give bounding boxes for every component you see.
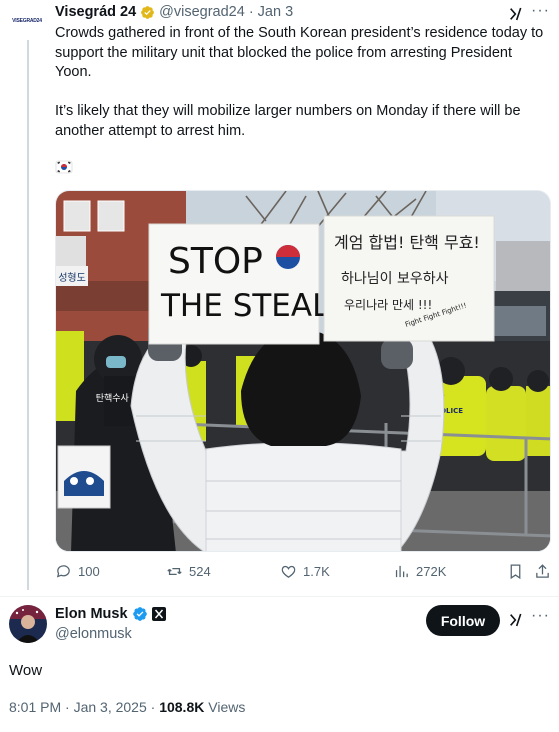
more-options-icon[interactable]: ··· xyxy=(531,607,550,625)
elonmusk-avatar[interactable] xyxy=(9,605,47,643)
grok-icon[interactable] xyxy=(508,6,524,22)
sign-stop-text: STOP xyxy=(168,241,263,282)
follow-button[interactable]: Follow xyxy=(426,605,500,636)
author-handle[interactable]: @elonmusk xyxy=(55,626,132,642)
sign-korean-line-1: 계엄 합법! 탄핵 무효! xyxy=(334,233,480,252)
sign-korean-line-2: 하나님이 보우하사 xyxy=(341,271,449,287)
main-post-text: Wow xyxy=(9,662,43,679)
sign-the-steal-text: THE STEAL xyxy=(160,288,330,324)
like-count: 1.7K xyxy=(303,564,330,579)
protest-photo-illustration: 성형도 POLICE 경찰 xyxy=(56,191,550,551)
post-text-paragraph-2: It’s likely that they will mobilize larg… xyxy=(55,103,521,139)
share-button[interactable] xyxy=(534,563,551,580)
post-timestamp[interactable]: 8:01 PM · Jan 3, 2025 · xyxy=(9,699,159,715)
analytics-icon xyxy=(395,565,408,578)
share-icon xyxy=(536,564,549,578)
views-count: 108.8K xyxy=(159,699,205,715)
post-text-paragraph-1: Crowds gathered in front of the South Ko… xyxy=(55,25,544,81)
thread-line xyxy=(27,40,29,590)
stop-the-steal-sign: STOP THE STEAL xyxy=(148,223,330,345)
views-button[interactable]: 272K xyxy=(393,563,446,580)
post-date[interactable]: Jan 3 xyxy=(258,4,293,20)
avatar-logo-text: VISEGRAD24 xyxy=(12,18,42,24)
korean-text-sign: 계엄 합법! 탄핵 무효! 하나님이 보우하사 우리나라 만세 !!! Figh… xyxy=(323,215,495,342)
author-name[interactable]: Elon Musk xyxy=(55,606,128,622)
more-options-icon[interactable]: ··· xyxy=(531,2,550,20)
heart-icon xyxy=(281,565,296,578)
bookmark-icon xyxy=(510,564,521,580)
post-photo[interactable]: 성형도 POLICE 경찰 xyxy=(55,190,551,552)
author-handle[interactable]: @visegrad24 xyxy=(159,4,245,20)
sign-korean-line-3: 우리나라 만세 !!! xyxy=(344,298,432,312)
author-name[interactable]: Visegrád 24 xyxy=(55,4,136,20)
avatar-image xyxy=(9,605,47,643)
separator-dot: · xyxy=(248,4,254,20)
view-count: 272K xyxy=(416,564,447,579)
like-button[interactable]: 1.7K xyxy=(280,563,330,580)
south-korea-flag-icon xyxy=(55,160,73,174)
reply-count: 100 xyxy=(78,564,100,579)
post-divider xyxy=(0,596,559,597)
main-post-header: Elon Musk xyxy=(55,606,166,622)
reply-button[interactable]: 100 xyxy=(55,563,100,580)
quoted-post-text: Crowds gathered in front of the South Ko… xyxy=(55,24,550,161)
repost-count: 524 xyxy=(189,564,211,579)
grok-icon[interactable] xyxy=(508,612,524,628)
bookmark-button[interactable] xyxy=(507,563,524,580)
repost-icon xyxy=(167,568,182,575)
repost-button[interactable]: 524 xyxy=(166,563,211,580)
verified-gold-badge-icon xyxy=(141,5,155,19)
post-metadata: 8:01 PM · Jan 3, 2025 · 108.8K Views xyxy=(9,699,245,715)
reply-icon xyxy=(56,565,70,578)
verified-blue-badge-icon xyxy=(132,607,147,621)
quoted-post-action-bar: 100 524 1.7K 272K xyxy=(55,563,551,585)
quoted-post-header: Visegrád 24 @visegrad24 · Jan 3 xyxy=(55,4,293,20)
views-label: Views xyxy=(204,699,246,715)
quoted-post[interactable]: VISEGRAD24 Visegrád 24 @visegrad24 · Jan… xyxy=(0,0,559,596)
x-affiliate-badge-icon xyxy=(151,607,166,621)
visegrad24-avatar[interactable]: VISEGRAD24 xyxy=(7,8,47,34)
shop-sign-text: 성형도 xyxy=(58,272,86,284)
